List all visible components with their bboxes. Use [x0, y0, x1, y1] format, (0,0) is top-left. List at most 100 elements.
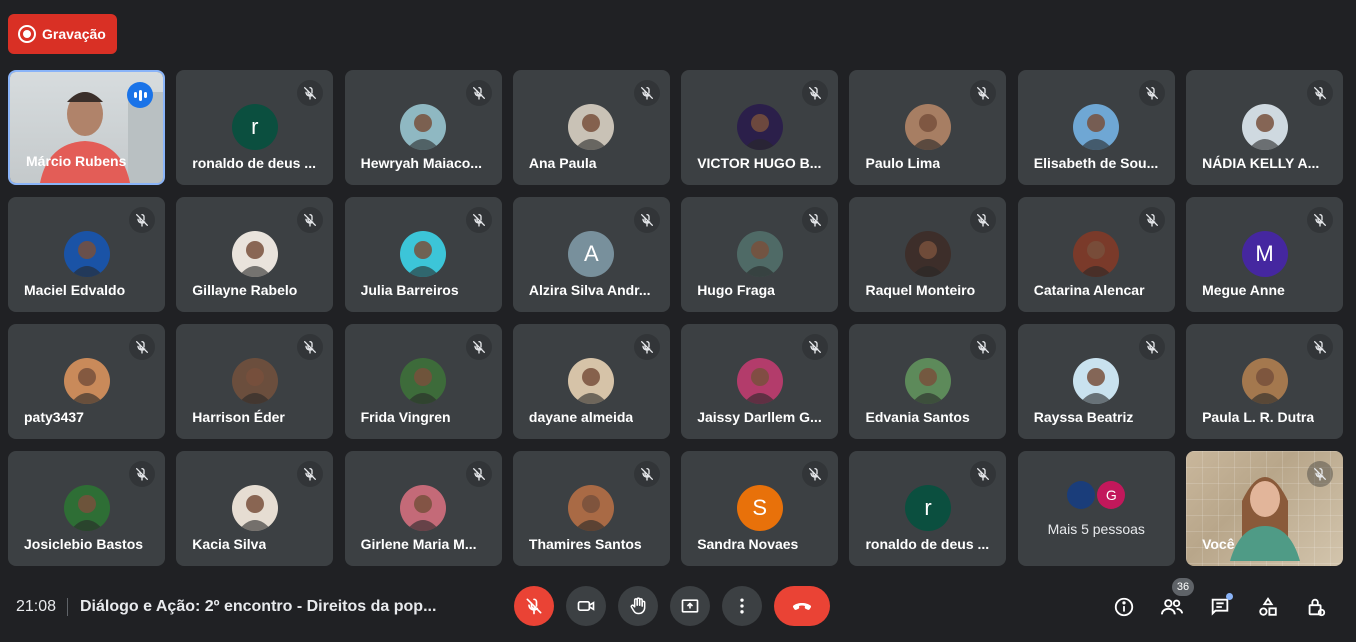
participant-tile[interactable]: Kacia Silva	[176, 451, 334, 566]
participant-tile[interactable]: S Sandra Novaes	[681, 451, 839, 566]
mic-off-indicator	[297, 207, 324, 233]
more-participants-tile[interactable]: G Mais 5 pessoas	[1017, 451, 1175, 566]
participant-tile[interactable]: Márcio Rubens	[8, 70, 165, 185]
participant-name: Alzira Silva Andr...	[528, 282, 651, 298]
participant-tile[interactable]: Hewryah Maiaco...	[344, 70, 502, 185]
meeting-title: Diálogo e Ação: 2º encontro - Direitos d…	[80, 598, 437, 615]
present-screen-button[interactable]	[670, 586, 710, 626]
participant-name: NÁDIA KELLY A...	[1202, 155, 1320, 171]
mic-off-icon	[136, 341, 148, 354]
participant-name: paty3437	[24, 409, 84, 425]
participant-tile[interactable]: Elisabeth de Sou...	[1017, 70, 1175, 185]
participant-tile[interactable]: Josiclebio Bastos	[8, 451, 165, 566]
participant-tile[interactable]: Ana Paula	[512, 70, 670, 185]
participant-name: Maciel Edvaldo	[24, 282, 126, 298]
participant-name: Thamires Santos	[528, 536, 642, 552]
participant-tile[interactable]: dayane almeida	[512, 324, 670, 439]
avatar-photo	[1247, 368, 1282, 404]
divider	[67, 598, 68, 616]
participant-name: Paulo Lima	[865, 155, 941, 171]
mic-off-icon	[809, 341, 822, 354]
mic-off-indicator	[297, 334, 324, 360]
participant-tile[interactable]: Julia Barreiros	[344, 197, 502, 312]
participant-tile[interactable]: paty3437	[8, 324, 165, 439]
participant-tile[interactable]: Jaissy Darllem G...	[681, 324, 839, 439]
avatar-photo	[406, 368, 441, 404]
bottom-bar: 21:08 Diálogo e Ação: 2º encontro - Dire…	[0, 578, 1356, 636]
hand-icon	[630, 597, 646, 615]
avatar-photo	[1079, 114, 1114, 150]
mic-off-icon	[472, 341, 485, 354]
avatar-photo	[574, 114, 609, 150]
participant-avatar	[1073, 104, 1120, 150]
participant-tile[interactable]: A Alzira Silva Andr...	[512, 197, 670, 312]
participant-avatar: r	[231, 104, 278, 150]
meeting-details-button[interactable]	[1111, 594, 1137, 620]
participant-tile[interactable]: Raquel Monteiro	[849, 197, 1007, 312]
participant-tile[interactable]: Edvania Santos	[849, 324, 1007, 439]
participant-tile[interactable]: Frida Vingren	[344, 324, 502, 439]
info-icon	[1114, 597, 1134, 617]
people-button[interactable]	[1159, 594, 1185, 620]
mic-off-indicator	[633, 80, 660, 106]
participant-name: Hugo Fraga	[697, 282, 775, 298]
participant-avatar: r	[904, 485, 951, 531]
participant-tile[interactable]: NÁDIA KELLY A...	[1186, 70, 1344, 185]
participant-tile[interactable]: Catarina Alencar	[1017, 197, 1175, 312]
participant-avatar	[904, 231, 951, 277]
mic-off-indicator	[1307, 334, 1334, 360]
participant-tile[interactable]: Maciel Edvaldo	[8, 197, 165, 312]
recording-badge[interactable]: Gravação	[8, 14, 117, 54]
self-view-tile[interactable]: Você	[1186, 451, 1344, 566]
participant-avatar	[231, 358, 278, 404]
camera-toggle-button[interactable]	[566, 586, 606, 626]
mic-off-icon	[1145, 341, 1158, 354]
mic-off-indicator	[465, 80, 492, 106]
avatar-photo	[910, 114, 945, 150]
participant-tile[interactable]: r ronaldo de deus ...	[176, 70, 334, 185]
participant-tile[interactable]: Rayssa Beatriz	[1017, 324, 1175, 439]
mic-off-icon	[640, 341, 653, 354]
hangup-icon	[792, 603, 812, 610]
leave-call-button[interactable]	[774, 586, 830, 626]
participant-avatar	[736, 231, 783, 277]
participant-avatar	[568, 485, 615, 531]
participant-tile[interactable]: Thamires Santos	[512, 451, 670, 566]
avatar-photo	[1079, 241, 1114, 277]
avatar-photo	[574, 495, 609, 531]
participant-tile[interactable]: M Megue Anne	[1186, 197, 1344, 312]
activities-icon	[1259, 597, 1277, 616]
participant-tile[interactable]: VICTOR HUGO B...	[681, 70, 839, 185]
mic-off-indicator	[465, 461, 492, 487]
participant-tile[interactable]: Gillayne Rabelo	[176, 197, 334, 312]
participant-tile[interactable]: Paulo Lima	[849, 70, 1007, 185]
mic-off-indicator	[465, 334, 492, 360]
participant-tile[interactable]: r ronaldo de deus ...	[849, 451, 1007, 566]
participant-avatar	[1073, 358, 1120, 404]
more-avatars: G	[1067, 481, 1126, 509]
avatar-photo	[69, 495, 104, 531]
mic-off-icon	[1314, 468, 1327, 481]
raise-hand-button[interactable]	[618, 586, 658, 626]
mic-off-icon	[640, 468, 653, 481]
participant-name: Elisabeth de Sou...	[1033, 155, 1159, 171]
participant-tile[interactable]: Hugo Fraga	[681, 197, 839, 312]
mic-toggle-button[interactable]	[514, 586, 554, 626]
participant-tile[interactable]: Harrison Éder	[176, 324, 334, 439]
activities-button[interactable]	[1255, 594, 1281, 620]
mic-off-icon	[472, 87, 485, 100]
mic-off-icon	[1314, 87, 1327, 100]
more-options-button[interactable]	[722, 586, 762, 626]
mic-off-icon	[977, 214, 990, 227]
mic-off-indicator	[633, 207, 660, 233]
mic-off-indicator	[1307, 80, 1334, 106]
recording-label: Gravação	[42, 26, 106, 42]
mic-off-icon	[640, 214, 653, 227]
host-controls-button[interactable]	[1303, 594, 1329, 620]
participant-name: Harrison Éder	[192, 409, 285, 425]
participant-tile[interactable]: Girlene Maria M...	[344, 451, 502, 566]
participant-name: Josiclebio Bastos	[24, 536, 144, 552]
avatar-photo	[406, 495, 441, 531]
mic-off-icon	[526, 598, 542, 615]
participant-tile[interactable]: Paula L. R. Dutra	[1186, 324, 1344, 439]
